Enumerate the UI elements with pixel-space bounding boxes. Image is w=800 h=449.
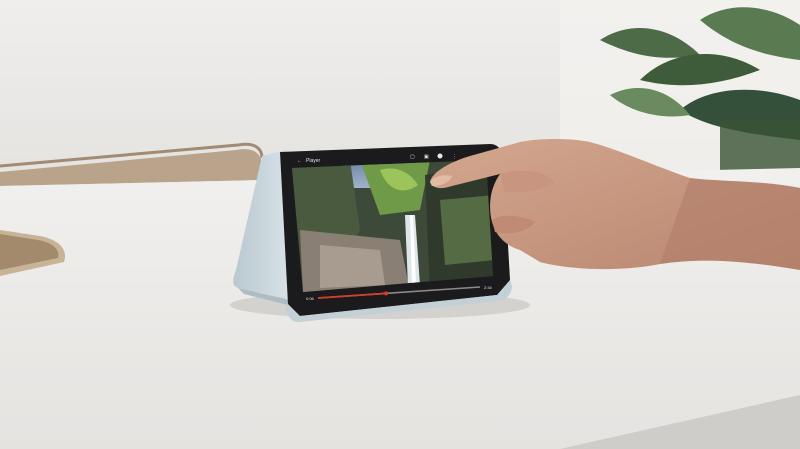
more-icon[interactable]: ⋮ <box>452 154 457 160</box>
cast-icon[interactable]: ▢ <box>410 154 415 160</box>
crop-icon[interactable]: ▣ <box>424 154 429 160</box>
player-title: Player <box>306 158 321 164</box>
scene-illustration: ← Player ▢ ▣ ⋮ 0:06 2:34 <box>0 0 800 449</box>
seek-thumb[interactable] <box>384 291 389 296</box>
back-icon[interactable]: ← <box>297 158 302 164</box>
total-time: 2:34 <box>484 285 493 290</box>
elapsed-time: 0:06 <box>306 296 315 301</box>
settings-icon[interactable] <box>437 153 443 159</box>
photo-scene: ← Player ▢ ▣ ⋮ 0:06 2:34 <box>0 0 800 449</box>
